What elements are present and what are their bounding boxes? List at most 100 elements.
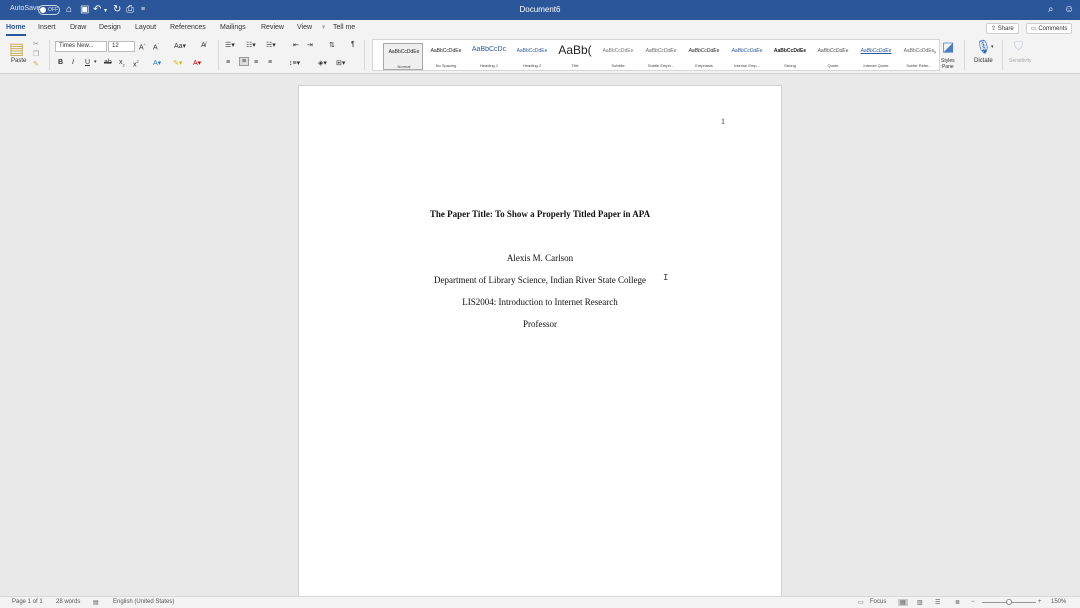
style-label: Title: [555, 63, 595, 68]
title-bar: AutoSave OFF ⌂ ▣ ↶ ▾ ↻ ⎙ ≡ Document6 ⌕ ☺: [0, 0, 1080, 20]
divider: [964, 40, 965, 70]
paper-title[interactable]: The Paper Title: To Show a Properly Titl…: [299, 209, 781, 219]
tab-layout[interactable]: Layout: [135, 24, 156, 31]
underline-dropdown-icon[interactable]: ▾: [94, 59, 97, 65]
grow-font-icon[interactable]: A^: [139, 42, 146, 51]
focus-icon[interactable]: ▭: [858, 599, 864, 606]
font-color-icon[interactable]: A▾: [193, 59, 201, 67]
tab-references[interactable]: References: [170, 24, 206, 31]
style-label: Quote: [813, 63, 853, 68]
ribbon-tabs: Home Insert Draw Design Layout Reference…: [0, 20, 1080, 36]
show-formatting-icon[interactable]: ¶: [351, 41, 355, 48]
zoom-out-icon[interactable]: −: [971, 599, 975, 605]
numbering-icon[interactable]: ☷▾: [246, 41, 256, 49]
decrease-indent-icon[interactable]: ⇤: [293, 41, 299, 49]
style-sample: AaBbCcDc: [469, 46, 509, 53]
zoom-level[interactable]: 150%: [1051, 599, 1066, 605]
style-subtitle[interactable]: AaBbCcDdEe Subtitle: [598, 43, 638, 70]
comments-button[interactable]: ▭ Comments: [1026, 23, 1072, 34]
cut-icon[interactable]: ✂: [33, 40, 39, 48]
style-emphasis[interactable]: AaBbCcDdEe Emphasis: [684, 43, 724, 70]
highlight-icon[interactable]: ✎▾: [173, 59, 182, 67]
focus-label[interactable]: Focus: [870, 599, 886, 605]
styles-pane-icon[interactable]: ◪: [942, 39, 954, 55]
search-icon[interactable]: ⌕: [1048, 4, 1054, 15]
author-name[interactable]: Alexis M. Carlson: [299, 253, 781, 263]
styles-more-icon[interactable]: ›: [934, 50, 936, 56]
style-heading-2[interactable]: AaBbCcDdEe Heading 2: [512, 43, 552, 70]
web-layout-icon[interactable]: ▥: [917, 599, 923, 606]
paste-label[interactable]: Paste: [11, 58, 26, 64]
tab-home[interactable]: Home: [6, 24, 25, 31]
page-count[interactable]: Page 1 of 1: [12, 599, 43, 605]
change-case-icon[interactable]: Aa▾: [174, 42, 186, 50]
line-spacing-icon[interactable]: ↕≡▾: [289, 59, 300, 67]
instructor-name[interactable]: Professor: [299, 319, 781, 329]
paste-icon[interactable]: ▤: [9, 39, 24, 59]
styles-gallery: AaBbCcDdEe Normal AaBbCcDdEe No Spacing …: [372, 39, 940, 71]
format-painter-icon[interactable]: ✎: [33, 60, 39, 68]
strikethrough-icon[interactable]: ab: [104, 59, 112, 66]
copy-icon[interactable]: ❐: [33, 50, 39, 58]
style-sample: AaBbCcDdEe: [856, 48, 896, 54]
text-effects-icon[interactable]: A▾: [153, 59, 161, 67]
course-name[interactable]: LIS2004: Introduction to Internet Resear…: [299, 297, 781, 307]
clear-formatting-icon[interactable]: A̸: [201, 42, 206, 49]
underline-icon[interactable]: U: [85, 59, 90, 66]
style-title[interactable]: AaBb( Title: [555, 43, 595, 70]
account-icon[interactable]: ☺: [1064, 4, 1074, 15]
tab-review[interactable]: Review: [261, 24, 284, 31]
style-intense-quote[interactable]: AaBbCcDdEe Intense Quote: [856, 43, 896, 70]
increase-indent-icon[interactable]: ⇥: [307, 41, 313, 49]
align-left-icon[interactable]: ≡: [226, 59, 230, 66]
styles-pane-label[interactable]: Styles Pane: [941, 58, 955, 70]
style-intense-emphasis[interactable]: AaBbCcDdEe Intense Emp...: [727, 43, 767, 70]
superscript-icon[interactable]: x2: [133, 59, 139, 68]
shading-icon[interactable]: ◈▾: [318, 59, 327, 67]
dictate-dropdown-icon[interactable]: ▾: [991, 44, 994, 50]
tab-view[interactable]: View: [297, 24, 312, 31]
word-count[interactable]: 28 words: [56, 599, 80, 605]
outline-icon[interactable]: ≣: [955, 599, 960, 606]
shrink-font-icon[interactable]: Aˇ: [153, 42, 159, 51]
sort-icon[interactable]: ⇅: [329, 41, 335, 49]
style-quote[interactable]: AaBbCcDdEe Quote: [813, 43, 853, 70]
share-button[interactable]: ⇪ Share: [986, 23, 1019, 34]
style-label: Subtle Emph...: [641, 63, 681, 68]
style-no-spacing[interactable]: AaBbCcDdEe No Spacing: [426, 43, 466, 70]
tab-draw[interactable]: Draw: [70, 24, 86, 31]
language[interactable]: English (United States): [113, 599, 174, 605]
justify-icon[interactable]: ≡: [268, 59, 272, 66]
tab-insert[interactable]: Insert: [38, 24, 56, 31]
style-subtle-emphasis[interactable]: AaBbCcDdEe Subtle Emph...: [641, 43, 681, 70]
font-name-select[interactable]: Times New...: [55, 41, 107, 52]
tab-mailings[interactable]: Mailings: [220, 24, 246, 31]
document-page[interactable]: 1 The Paper Title: To Show a Properly Ti…: [298, 85, 782, 605]
affiliation[interactable]: Department of Library Science, Indian Ri…: [299, 275, 781, 285]
italic-icon[interactable]: I: [72, 59, 74, 66]
multilevel-list-icon[interactable]: ☵▾: [266, 41, 276, 49]
bold-icon[interactable]: B: [58, 59, 63, 66]
font-size-select[interactable]: 12: [108, 41, 135, 52]
borders-icon[interactable]: ⊞▾: [336, 59, 345, 67]
align-center-icon[interactable]: ≡: [239, 57, 249, 66]
read-mode-icon[interactable]: ☰: [935, 599, 940, 606]
style-heading-1[interactable]: AaBbCcDc Heading 1: [469, 43, 509, 70]
style-normal[interactable]: AaBbCcDdEe Normal: [383, 43, 423, 70]
subscript-icon[interactable]: x2: [119, 59, 125, 67]
bullets-icon[interactable]: ☰▾: [225, 41, 235, 49]
tab-design[interactable]: Design: [99, 24, 121, 31]
dictate-label[interactable]: Dictate: [974, 58, 993, 64]
proofing-icon[interactable]: ▤: [93, 599, 99, 606]
style-label: No Spacing: [426, 63, 466, 68]
align-right-icon[interactable]: ≡: [254, 59, 258, 66]
print-layout-icon[interactable]: ▤: [898, 599, 908, 606]
zoom-in-icon[interactable]: +: [1038, 599, 1042, 605]
style-subtle-reference[interactable]: AaBbCcDdEe Subtle Refer...: [899, 43, 939, 70]
style-label: Intense Emp...: [727, 63, 767, 68]
lightbulb-icon: ♀: [321, 24, 326, 31]
style-strong[interactable]: AaBbCcDdEe Strong: [770, 43, 810, 70]
zoom-slider-handle[interactable]: [1006, 599, 1012, 605]
tell-me[interactable]: Tell me: [333, 24, 355, 31]
microphone-icon[interactable]: 🎙︎: [975, 39, 992, 55]
